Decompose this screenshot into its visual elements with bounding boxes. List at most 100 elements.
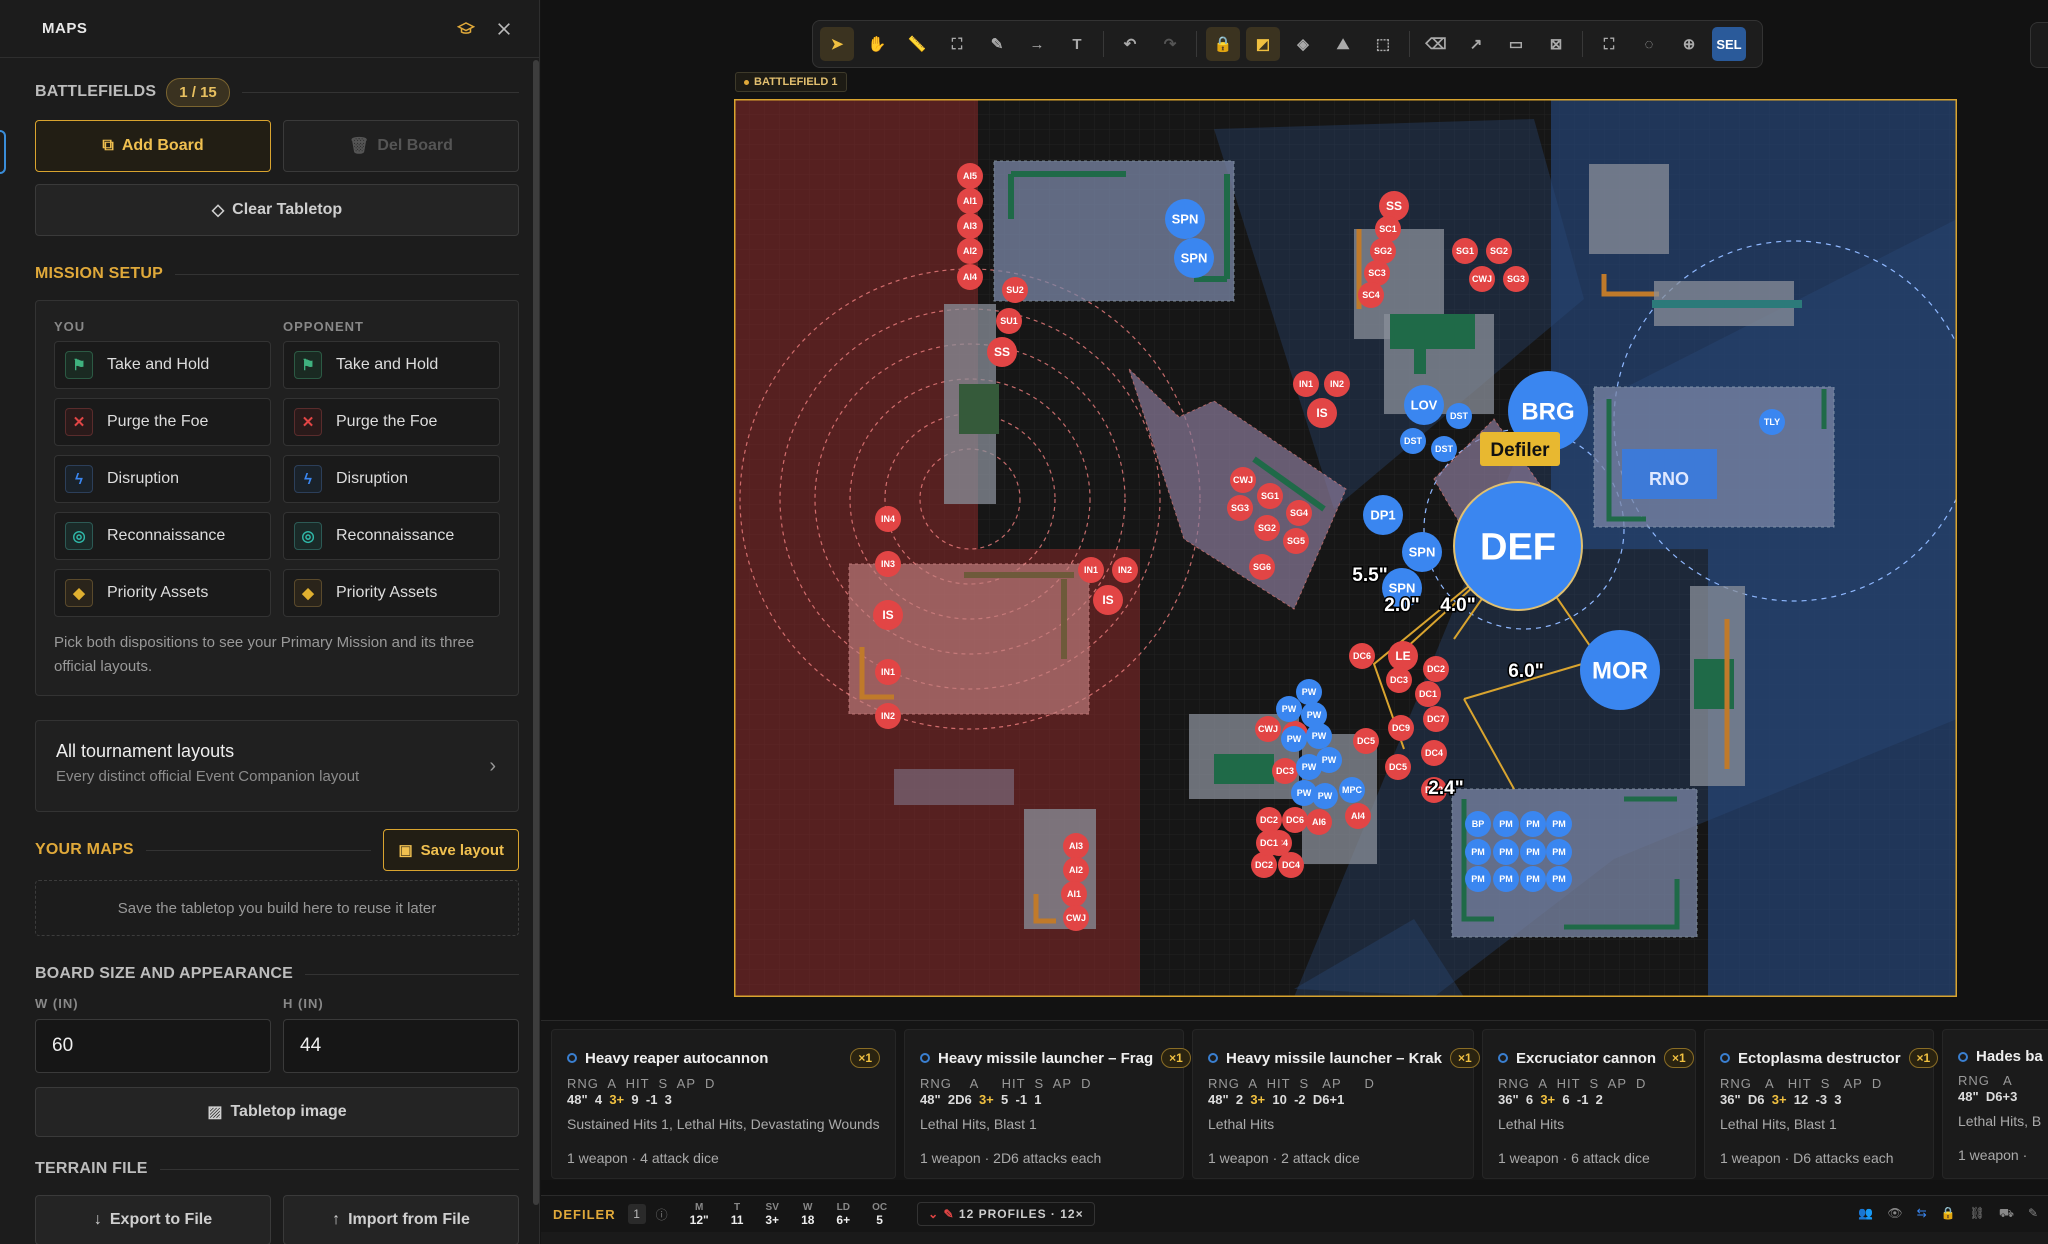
blue-unit-token[interactable]: DP1 bbox=[1363, 495, 1403, 535]
save-layout-button[interactable]: ▣ Save layout bbox=[383, 829, 519, 871]
red-unit-token[interactable]: DC1 bbox=[1256, 830, 1282, 856]
red-unit-token[interactable]: SU2 bbox=[1002, 277, 1028, 303]
blue-unit-token[interactable]: PW bbox=[1296, 679, 1322, 705]
blue-unit-token[interactable]: SPN bbox=[1174, 238, 1214, 278]
red-unit-token[interactable]: DC4 bbox=[1278, 852, 1304, 878]
blue-unit-token[interactable]: PM bbox=[1546, 811, 1572, 837]
tournament-layouts-link[interactable]: All tournament layouts Every distinct of… bbox=[35, 720, 519, 812]
red-unit-token[interactable]: AI6 bbox=[1306, 809, 1332, 835]
ruler-icon[interactable]: 📏 bbox=[900, 27, 934, 61]
opp-purge-the-foe[interactable]: ✕ Purge the Foe bbox=[283, 398, 500, 446]
graduation-cap-icon[interactable] bbox=[455, 18, 477, 40]
red-unit-token[interactable]: SG3 bbox=[1227, 495, 1253, 521]
defiler-token[interactable]: DEF bbox=[1453, 481, 1583, 611]
red-unit-token[interactable]: IN4 bbox=[875, 506, 901, 532]
export-arrow-icon[interactable]: ↗ bbox=[1459, 27, 1493, 61]
blue-unit-token[interactable]: PM bbox=[1465, 866, 1491, 892]
blue-unit-token[interactable]: PW bbox=[1312, 783, 1338, 809]
clear-tabletop-button[interactable]: ◇ Clear Tabletop bbox=[35, 184, 519, 236]
undo-icon[interactable]: ↶ bbox=[1113, 27, 1147, 61]
red-unit-token[interactable]: SG2 bbox=[1370, 238, 1396, 264]
red-unit-token[interactable]: AI1 bbox=[1061, 881, 1087, 907]
blue-unit-token[interactable]: LOV bbox=[1404, 385, 1444, 425]
ruler-active-icon[interactable]: ◩ bbox=[1246, 27, 1280, 61]
opp-take-and-hold[interactable]: ⚑ Take and Hold bbox=[283, 341, 500, 389]
blue-unit-token[interactable]: PM bbox=[1465, 839, 1491, 865]
lock-icon[interactable]: 🔒 bbox=[1206, 27, 1240, 61]
red-unit-token[interactable]: CWJ bbox=[1230, 467, 1256, 493]
red-unit-token[interactable]: AI1 bbox=[957, 188, 983, 214]
red-unit-token[interactable]: SG5 bbox=[1283, 528, 1309, 554]
red-unit-token[interactable]: AI4 bbox=[1345, 803, 1371, 829]
red-unit-token[interactable]: DC6 bbox=[1282, 807, 1308, 833]
blue-unit-token[interactable]: TLY bbox=[1759, 409, 1785, 435]
truck-icon[interactable]: ⛟ bbox=[1999, 1206, 2014, 1222]
red-unit-token[interactable]: SG1 bbox=[1452, 238, 1478, 264]
opp-priority-assets[interactable]: ◆ Priority Assets bbox=[283, 569, 500, 617]
red-unit-token[interactable]: IS bbox=[1307, 398, 1337, 428]
width-input[interactable]: 60 bbox=[35, 1019, 271, 1073]
blue-unit-token[interactable]: PM bbox=[1546, 839, 1572, 865]
blue-unit-token[interactable]: MPC bbox=[1339, 777, 1365, 803]
red-unit-token[interactable]: IS bbox=[873, 600, 903, 630]
red-unit-token[interactable]: AI2 bbox=[1063, 857, 1089, 883]
red-unit-token[interactable]: SS bbox=[1379, 191, 1409, 221]
eye-icon[interactable]: 👁 bbox=[1887, 1206, 1902, 1222]
blue-unit-token[interactable]: BP bbox=[1465, 811, 1491, 837]
sidebar-scrollbar[interactable] bbox=[533, 60, 539, 1205]
bottom-scrollbar[interactable] bbox=[541, 1232, 2048, 1244]
red-unit-token[interactable]: LE bbox=[1388, 641, 1418, 671]
red-unit-token[interactable]: IN2 bbox=[875, 703, 901, 729]
red-unit-token[interactable]: SG2 bbox=[1486, 238, 1512, 264]
tabletop-image-button[interactable]: ▨ Tabletop image bbox=[35, 1087, 519, 1137]
edge-tab[interactable] bbox=[0, 130, 6, 174]
pencil-icon[interactable]: ✎ bbox=[980, 27, 1014, 61]
export-file-button[interactable]: ↓ Export to File bbox=[35, 1195, 271, 1244]
red-unit-token[interactable]: AI3 bbox=[1063, 833, 1089, 859]
opp-disruption[interactable]: ϟ Disruption bbox=[283, 455, 500, 503]
arrow-icon[interactable]: → bbox=[1020, 27, 1054, 61]
unit-count[interactable]: 1 bbox=[627, 1204, 646, 1224]
blue-unit-token[interactable]: SPN bbox=[1402, 532, 1442, 572]
blue-unit-token[interactable]: PM bbox=[1546, 866, 1572, 892]
close-icon[interactable] bbox=[493, 18, 515, 40]
weapon-card[interactable]: Hades ba RNG A 48" D6+3 Lethal Hits, B 1… bbox=[1942, 1029, 2048, 1179]
red-unit-token[interactable]: DC6 bbox=[1349, 643, 1375, 669]
edit-icon[interactable]: ✎ bbox=[2028, 1206, 2038, 1222]
sel-toggle[interactable]: SEL bbox=[1712, 27, 1746, 61]
delete-box-icon[interactable]: ⊠ bbox=[1539, 27, 1573, 61]
red-unit-token[interactable]: DC4 bbox=[1421, 740, 1447, 766]
red-unit-token[interactable]: DC3 bbox=[1386, 667, 1412, 693]
select-tool-icon[interactable]: ➤ bbox=[820, 27, 854, 61]
red-unit-token[interactable]: DC2 bbox=[1256, 807, 1282, 833]
hand-tool-icon[interactable]: ✋ bbox=[860, 27, 894, 61]
red-unit-token[interactable]: SG6 bbox=[1249, 554, 1275, 580]
blue-unit-token[interactable]: DST bbox=[1446, 403, 1472, 429]
blue-unit-token[interactable]: PW bbox=[1281, 726, 1307, 752]
right-panel-tab[interactable] bbox=[2030, 22, 2048, 68]
height-input[interactable]: 44 bbox=[283, 1019, 519, 1073]
add-board-button[interactable]: ⧉ Add Board bbox=[35, 120, 271, 172]
red-unit-token[interactable]: DC5 bbox=[1385, 754, 1411, 780]
redo-icon[interactable]: ↷ bbox=[1153, 27, 1187, 61]
you-take-and-hold[interactable]: ⚑ Take and Hold bbox=[54, 341, 271, 389]
frame-icon[interactable]: ⛶ bbox=[940, 27, 974, 61]
weapon-card[interactable]: Heavy missile launcher – Krak ×1 RNG A HI… bbox=[1192, 1029, 1480, 1179]
red-unit-token[interactable]: DC2 bbox=[1251, 852, 1277, 878]
red-unit-token[interactable]: SS bbox=[987, 337, 1017, 367]
you-priority-assets[interactable]: ◆ Priority Assets bbox=[54, 569, 271, 617]
fullscreen-icon[interactable]: ⛶ bbox=[1592, 27, 1626, 61]
red-unit-token[interactable]: SG1 bbox=[1257, 483, 1283, 509]
red-unit-token[interactable]: IN2 bbox=[1324, 371, 1350, 397]
red-unit-token[interactable]: CWJ bbox=[1063, 905, 1089, 931]
swap-icon[interactable]: ⇆ bbox=[1917, 1206, 1927, 1222]
red-unit-token[interactable]: SG4 bbox=[1286, 500, 1312, 526]
comment-icon[interactable]: ▭ bbox=[1499, 27, 1533, 61]
red-unit-token[interactable]: IN1 bbox=[875, 659, 901, 685]
blue-unit-token[interactable]: PW bbox=[1296, 754, 1322, 780]
link-icon[interactable]: ⛓ bbox=[1970, 1206, 1985, 1222]
red-unit-token[interactable]: DC1 bbox=[1415, 681, 1441, 707]
info-icon[interactable]: ⓘ bbox=[656, 1206, 668, 1223]
red-unit-token[interactable]: AI4 bbox=[957, 264, 983, 290]
red-unit-token[interactable]: CWJ bbox=[1469, 266, 1495, 292]
